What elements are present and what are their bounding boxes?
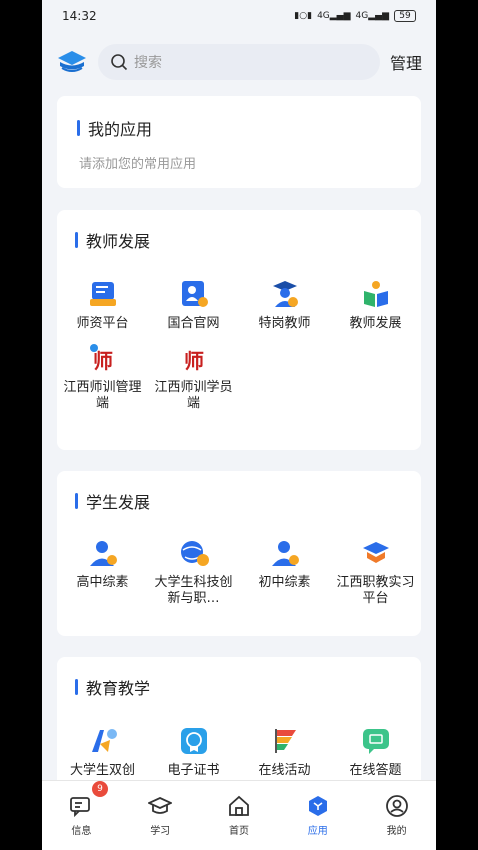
app-college-shuangchuang[interactable]: 大学生双创 — [57, 725, 148, 779]
my-apps-card: 我的应用 请添加您的常用应用 — [57, 96, 421, 188]
globe-icon — [178, 537, 210, 569]
top-header: 搜索 管理 — [42, 40, 436, 84]
app-teacher-development[interactable]: 教师发展 — [330, 278, 421, 332]
tab-study[interactable]: 学习 — [121, 781, 200, 850]
app-screen: 14:32 ▮○▮ 4G▂▄▆ 4G▂▄▆ 59 搜索 管理 我的应用 请添加您… — [42, 0, 436, 850]
section-student-development: 学生发展 高中综素 大学生科技创新与职… 初中综素 江西职教实习平台 — [57, 471, 421, 636]
apps-cube-icon — [306, 794, 330, 818]
battery-icon: 59 — [394, 10, 416, 22]
my-apps-title: 我的应用 — [77, 116, 152, 140]
shi-admin-icon: 师 — [87, 342, 119, 374]
app-teacher-platform[interactable]: 师资平台 — [57, 278, 148, 332]
app-online-quiz[interactable]: 在线答题 — [330, 725, 421, 779]
middleschool-icon — [269, 537, 301, 569]
unread-badge: 9 — [92, 781, 108, 797]
teacher-icon — [269, 278, 301, 310]
flag-icon — [269, 725, 301, 757]
chat-quiz-icon — [360, 725, 392, 757]
manage-button[interactable]: 管理 — [390, 50, 422, 74]
shuangchuang-icon — [87, 725, 119, 757]
app-jiangxi-training-admin[interactable]: 师 江西师训管理端 — [57, 342, 148, 412]
search-input[interactable]: 搜索 — [98, 44, 380, 80]
tab-messages[interactable]: 9 信息 — [42, 781, 121, 850]
section-title: 教师发展 — [75, 228, 150, 252]
status-time: 14:32 — [62, 9, 97, 23]
shi-student-icon: 师 — [178, 342, 210, 374]
signal-icon-1: 4G▂▄▆ — [317, 11, 351, 21]
status-bar: 14:32 ▮○▮ 4G▂▄▆ 4G▂▄▆ 59 — [42, 0, 436, 32]
bottom-tab-bar: 9 信息 学习 首页 应用 我的 — [42, 780, 436, 850]
svg-text:师: 师 — [93, 349, 113, 373]
app-highschool[interactable]: 高中综素 — [57, 537, 148, 607]
my-apps-hint: 请添加您的常用应用 — [79, 157, 197, 172]
tab-home[interactable]: 首页 — [200, 781, 279, 850]
vibrate-icon: ▮○▮ — [294, 11, 313, 21]
app-middleschool[interactable]: 初中综素 — [239, 537, 330, 607]
app-logo-icon[interactable] — [56, 46, 88, 78]
message-icon — [69, 794, 93, 818]
app-grid: 师资平台 国合官网 特岗教师 教师发展 师 江西师训管理端 师 江西师训学员端 — [57, 278, 421, 422]
book-person-icon — [360, 278, 392, 310]
platform-icon — [87, 278, 119, 310]
app-official-site[interactable]: 国合官网 — [148, 278, 239, 332]
app-jiangxi-vocational-internship[interactable]: 江西职教实习平台 — [330, 537, 421, 607]
official-site-icon — [178, 278, 210, 310]
search-placeholder: 搜索 — [134, 55, 162, 71]
section-title: 教育教学 — [75, 675, 150, 699]
section-title: 学生发展 — [75, 489, 150, 513]
app-e-certificate[interactable]: 电子证书 — [148, 725, 239, 779]
app-grid: 高中综素 大学生科技创新与职… 初中综素 江西职教实习平台 — [57, 537, 421, 617]
search-icon — [111, 54, 128, 71]
profile-icon — [385, 794, 409, 818]
cap-icon — [360, 537, 392, 569]
app-jiangxi-training-student[interactable]: 师 江西师训学员端 — [148, 342, 239, 412]
signal-icon-2: 4G▂▄▆ — [355, 11, 389, 21]
tab-profile[interactable]: 我的 — [357, 781, 436, 850]
home-icon — [227, 794, 251, 818]
tab-apps[interactable]: 应用 — [278, 781, 357, 850]
svg-text:师: 师 — [184, 349, 204, 373]
app-college-innovation[interactable]: 大学生科技创新与职… — [148, 537, 239, 607]
section-teacher-development: 教师发展 师资平台 国合官网 特岗教师 教师发展 师 江西师训管理端 师 江西师… — [57, 210, 421, 450]
status-icons: ▮○▮ 4G▂▄▆ 4G▂▄▆ 59 — [294, 10, 416, 22]
highschool-icon — [87, 537, 119, 569]
certificate-icon — [178, 725, 210, 757]
app-online-activity[interactable]: 在线活动 — [239, 725, 330, 779]
graduation-cap-icon — [148, 794, 173, 818]
app-special-teacher[interactable]: 特岗教师 — [239, 278, 330, 332]
